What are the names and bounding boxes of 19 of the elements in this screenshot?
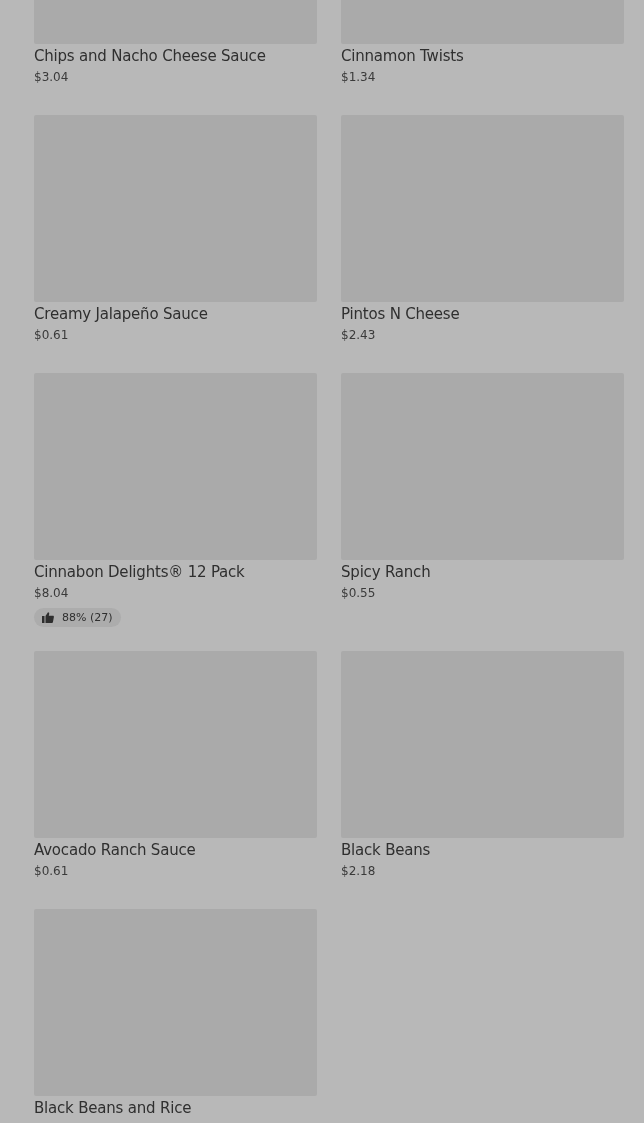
item-name: Cinnabon Delights® 12 Pack [34,563,245,581]
item-name: Avocado Ranch Sauce [34,841,196,859]
rating-text: 88% (27) [62,611,113,624]
item-name: Spicy Ranch [341,563,431,581]
item-name: Creamy Jalapeño Sauce [34,305,208,323]
item-price: $2.43 [341,327,376,343]
item-name: Cinnamon Twists [341,47,464,65]
item-price: $3.04 [34,69,69,85]
item-price: $0.55 [341,585,376,601]
item-price: $8.04 [34,585,69,601]
item-name: Chips and Nacho Cheese Sauce [34,47,266,65]
thumbs-up-icon [42,612,54,623]
item-price: $2.18 [341,863,376,879]
item-price: $1.34 [341,69,376,85]
item-name: Black Beans and Rice [34,1099,192,1117]
item-price: $0.61 [34,327,69,343]
item-name: Pintos N Cheese [341,305,460,323]
item-name: Black Beans [341,841,431,859]
item-price: $0.61 [34,863,69,879]
